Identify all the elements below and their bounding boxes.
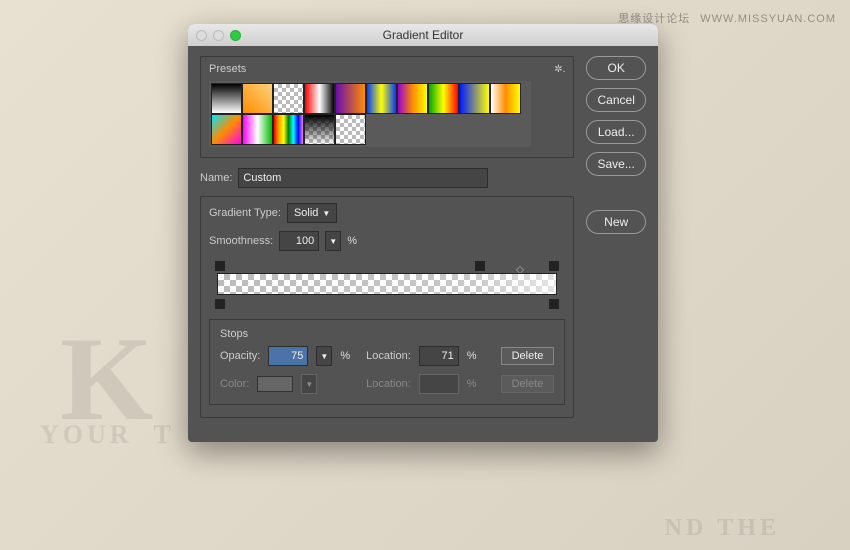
color-swatch[interactable]	[257, 376, 293, 392]
opacity-label: Opacity:	[220, 350, 260, 362]
delete-color-stop-button: Delete	[501, 375, 555, 393]
preset-swatch[interactable]	[273, 114, 304, 145]
color-stepper: ▼	[301, 374, 317, 394]
background-text-2: ND THE	[665, 515, 780, 542]
preset-swatch[interactable]	[273, 83, 304, 114]
gradient-type-label: Gradient Type:	[209, 207, 281, 219]
background-tagline: YOUR T	[40, 420, 175, 450]
preset-swatch[interactable]	[459, 83, 490, 114]
opacity-location-unit: %	[467, 350, 477, 362]
gradient-ramp[interactable]	[209, 259, 565, 309]
opacity-stop-left[interactable]	[215, 261, 225, 271]
smoothness-input[interactable]	[279, 231, 319, 251]
preset-swatch[interactable]	[211, 114, 242, 145]
name-label: Name:	[200, 172, 232, 184]
dialog-title: Gradient Editor	[188, 28, 658, 42]
preset-swatch[interactable]	[304, 114, 335, 145]
gradient-type-select[interactable]: Solid▼	[287, 203, 337, 223]
delete-opacity-stop-button[interactable]: Delete	[501, 347, 555, 365]
color-stop-left[interactable]	[215, 299, 225, 309]
preset-swatch[interactable]	[242, 83, 273, 114]
presets-label: Presets	[209, 63, 246, 75]
color-location-input	[419, 374, 459, 394]
opacity-stop-mid[interactable]	[475, 261, 485, 271]
preset-swatch[interactable]	[335, 114, 366, 145]
cancel-button[interactable]: Cancel	[586, 88, 646, 112]
opacity-stop-right[interactable]	[549, 261, 559, 271]
presets-grid	[209, 81, 531, 147]
opacity-stepper[interactable]: ▼	[316, 346, 332, 366]
gradient-editor-dialog: Gradient Editor Presets ✲. Name: Gradien…	[188, 24, 658, 442]
opacity-location-label: Location:	[366, 350, 411, 362]
stops-label: Stops	[220, 328, 554, 340]
ok-button[interactable]: OK	[586, 56, 646, 80]
preset-swatch[interactable]	[490, 83, 521, 114]
titlebar[interactable]: Gradient Editor	[188, 24, 658, 46]
color-stop-right[interactable]	[549, 299, 559, 309]
load-button[interactable]: Load...	[586, 120, 646, 144]
stops-panel: Stops Opacity: ▼ % Location: % D	[209, 319, 565, 405]
presets-panel: Presets ✲.	[200, 56, 574, 158]
new-button[interactable]: New	[586, 210, 646, 234]
preset-swatch[interactable]	[366, 83, 397, 114]
preset-swatch[interactable]	[211, 83, 242, 114]
color-location-unit: %	[467, 378, 477, 390]
chevron-down-icon: ▼	[322, 209, 330, 218]
save-button[interactable]: Save...	[586, 152, 646, 176]
opacity-location-input[interactable]	[419, 346, 459, 366]
color-label: Color:	[220, 378, 249, 390]
smoothness-stepper[interactable]: ▼	[325, 231, 341, 251]
color-location-label: Location:	[366, 378, 411, 390]
smoothness-unit: %	[347, 235, 357, 247]
name-input[interactable]	[238, 168, 488, 188]
preset-swatch[interactable]	[242, 114, 273, 145]
preset-swatch[interactable]	[428, 83, 459, 114]
presets-menu-icon[interactable]: ✲.	[554, 64, 565, 75]
gradient-bar[interactable]	[217, 273, 557, 295]
preset-swatch[interactable]	[304, 83, 335, 114]
preset-swatch[interactable]	[335, 83, 366, 114]
smoothness-label: Smoothness:	[209, 235, 273, 247]
preset-swatch[interactable]	[397, 83, 428, 114]
opacity-input[interactable]	[268, 346, 308, 366]
opacity-unit: %	[340, 350, 350, 362]
